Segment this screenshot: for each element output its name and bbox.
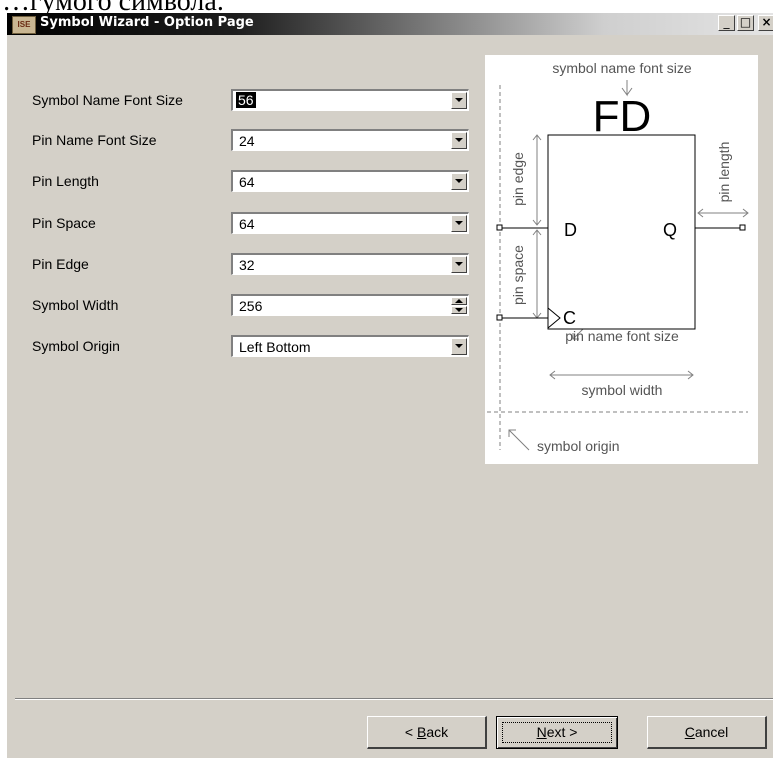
chevron-down-icon[interactable] bbox=[451, 338, 467, 355]
pin-name-font-size-select[interactable]: 24 bbox=[231, 129, 469, 151]
pin-edge-select[interactable]: 32 bbox=[231, 253, 469, 275]
pin-length-arrow bbox=[697, 208, 749, 218]
close-button[interactable]: × bbox=[758, 15, 773, 31]
pin-space-arrow bbox=[532, 229, 542, 319]
field-value: 64 bbox=[239, 174, 255, 190]
window-title: Symbol Wizard - Option Page bbox=[40, 15, 254, 30]
pin-c-label: C bbox=[563, 308, 576, 328]
pin-q-label: Q bbox=[663, 220, 677, 240]
pin-q-terminal bbox=[739, 224, 746, 231]
pin-c-terminal bbox=[496, 314, 503, 321]
clock-triangle bbox=[547, 307, 561, 329]
label-pin-edge: Pin Edge bbox=[32, 256, 89, 272]
symbol-name-text: FD bbox=[593, 92, 652, 141]
label-symbol-width: Symbol Width bbox=[32, 297, 119, 313]
symbol-name-font-size-select[interactable]: 56 bbox=[231, 89, 469, 111]
cancel-button[interactable]: Cancel bbox=[647, 716, 767, 749]
cancel-accel: C bbox=[684, 724, 695, 740]
symbol-origin-select[interactable]: Left Bottom bbox=[231, 335, 469, 357]
origin-arrow bbox=[508, 429, 530, 451]
chevron-down-icon[interactable] bbox=[451, 215, 467, 232]
footer-separator-highlight bbox=[15, 699, 773, 700]
focus-ring bbox=[502, 722, 612, 743]
label-pin-edge-hint: pin edge bbox=[510, 152, 526, 206]
label-pin-space-hint: pin space bbox=[510, 245, 526, 305]
label-pin-length-hint: pin length bbox=[716, 142, 732, 203]
pin-d-terminal bbox=[496, 224, 503, 231]
label-symbol-width-hint: symbol width bbox=[582, 382, 663, 398]
minimize-button[interactable]: _ bbox=[718, 15, 735, 31]
symbol-width-arrow bbox=[549, 370, 694, 380]
field-value: 256 bbox=[239, 298, 263, 314]
next-button[interactable]: Next > bbox=[496, 716, 618, 749]
pin-space-select[interactable]: 64 bbox=[231, 212, 469, 234]
cancel-rest: ancel bbox=[694, 724, 729, 740]
label-pin-name-font-size-hint: pin name font size bbox=[565, 328, 679, 344]
field-value: 64 bbox=[239, 216, 255, 232]
label-pin-name-font-size: Pin Name Font Size bbox=[32, 132, 157, 148]
label-symbol-name-font-size: Symbol Name Font Size bbox=[32, 92, 183, 108]
label-symbol-name-font-size-hint: symbol name font size bbox=[552, 60, 691, 76]
spin-down-icon[interactable] bbox=[451, 306, 467, 314]
symbol-width-spinner[interactable]: 256 bbox=[231, 294, 469, 316]
back-rest: ack bbox=[426, 724, 449, 740]
chevron-down-icon[interactable] bbox=[451, 173, 467, 190]
chevron-down-icon[interactable] bbox=[451, 256, 467, 273]
field-value: Left Bottom bbox=[239, 339, 311, 355]
label-pin-space: Pin Space bbox=[32, 215, 96, 231]
spin-up-icon[interactable] bbox=[451, 297, 467, 305]
maximize-button[interactable]: □ bbox=[737, 15, 754, 31]
back-prefix: < bbox=[404, 724, 417, 740]
field-value: 56 bbox=[236, 92, 256, 108]
symbol-preview: symbol name font size FD D Q C pin name … bbox=[485, 55, 758, 464]
chevron-down-icon[interactable] bbox=[451, 132, 467, 149]
back-button[interactable]: < Back bbox=[367, 716, 487, 749]
field-value: 32 bbox=[239, 257, 255, 273]
label-pin-length: Pin Length bbox=[32, 173, 99, 189]
symbol-preview-diagram: symbol name font size FD D Q C pin name … bbox=[487, 60, 749, 454]
window-titlebar[interactable]: ISE Symbol Wizard - Option Page _ □ × bbox=[7, 13, 773, 35]
pin-length-select[interactable]: 64 bbox=[231, 170, 469, 192]
label-symbol-origin-hint: symbol origin bbox=[537, 438, 619, 454]
pin-d-label: D bbox=[564, 220, 577, 240]
field-value: 24 bbox=[239, 133, 255, 149]
dialog-body: Symbol Name Font Size Pin Name Font Size… bbox=[7, 35, 773, 758]
label-symbol-origin: Symbol Origin bbox=[32, 338, 120, 354]
app-icon: ISE bbox=[12, 16, 36, 34]
back-accel: B bbox=[416, 724, 427, 740]
chevron-down-icon[interactable] bbox=[451, 92, 467, 109]
pin-edge-arrow bbox=[532, 134, 542, 226]
